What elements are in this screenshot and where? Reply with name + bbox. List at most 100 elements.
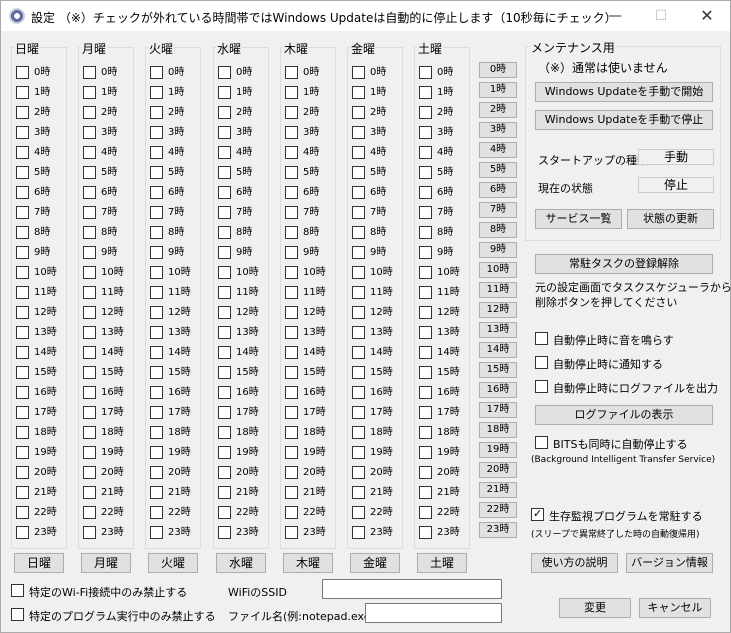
hour-checkbox[interactable] (285, 446, 298, 459)
day-toggle-button[interactable]: 日曜 (14, 553, 64, 573)
hour-checkbox[interactable] (285, 506, 298, 519)
hour-checkbox[interactable] (419, 366, 432, 379)
hour-toggle-button[interactable]: 10時 (479, 262, 517, 278)
hour-checkbox[interactable] (83, 446, 96, 459)
hour-toggle-button[interactable]: 22時 (479, 502, 517, 518)
hour-checkbox[interactable] (352, 166, 365, 179)
hour-checkbox[interactable] (218, 126, 231, 139)
hour-checkbox[interactable] (218, 426, 231, 439)
hour-checkbox[interactable] (352, 86, 365, 99)
hour-checkbox[interactable] (419, 446, 432, 459)
hour-checkbox[interactable] (150, 446, 163, 459)
hour-checkbox[interactable] (218, 306, 231, 319)
hour-checkbox[interactable] (83, 66, 96, 79)
hour-checkbox[interactable] (419, 466, 432, 479)
hour-checkbox[interactable] (150, 306, 163, 319)
hour-checkbox[interactable] (150, 366, 163, 379)
hour-checkbox[interactable] (352, 446, 365, 459)
hour-checkbox[interactable] (218, 366, 231, 379)
hour-checkbox[interactable] (16, 506, 29, 519)
hour-checkbox[interactable] (83, 286, 96, 299)
hour-checkbox[interactable] (150, 126, 163, 139)
hour-checkbox[interactable] (419, 206, 432, 219)
close-button[interactable]: ✕ (684, 1, 730, 31)
start-update-button[interactable]: Windows Updateを手動で開始 (535, 82, 713, 102)
hour-checkbox[interactable] (150, 326, 163, 339)
hour-checkbox[interactable] (419, 126, 432, 139)
hour-checkbox[interactable] (83, 486, 96, 499)
hour-checkbox[interactable] (419, 526, 432, 539)
hour-checkbox[interactable] (16, 486, 29, 499)
day-toggle-button[interactable]: 火曜 (148, 553, 198, 573)
version-button[interactable]: バージョン情報 (626, 553, 713, 573)
refresh-status-button[interactable]: 状態の更新 (627, 209, 714, 229)
hour-checkbox[interactable] (83, 506, 96, 519)
monitor-checkbox[interactable] (531, 507, 544, 521)
hour-checkbox[interactable] (419, 106, 432, 119)
hour-checkbox[interactable] (83, 146, 96, 159)
hour-toggle-button[interactable]: 15時 (479, 362, 517, 378)
hour-checkbox[interactable] (83, 206, 96, 219)
hour-checkbox[interactable] (83, 366, 96, 379)
hour-checkbox[interactable] (285, 246, 298, 259)
hour-checkbox[interactable] (83, 246, 96, 259)
hour-checkbox[interactable] (285, 466, 298, 479)
hour-checkbox[interactable] (16, 466, 29, 479)
hour-checkbox[interactable] (285, 266, 298, 279)
hour-checkbox[interactable] (419, 286, 432, 299)
hour-checkbox[interactable] (218, 346, 231, 359)
hour-checkbox[interactable] (285, 126, 298, 139)
hour-checkbox[interactable] (419, 266, 432, 279)
hour-checkbox[interactable] (16, 366, 29, 379)
hour-checkbox[interactable] (285, 186, 298, 199)
day-toggle-button[interactable]: 金曜 (350, 553, 400, 573)
hour-toggle-button[interactable]: 6時 (479, 182, 517, 198)
sound-checkbox[interactable] (535, 332, 548, 345)
hour-checkbox[interactable] (352, 506, 365, 519)
hour-checkbox[interactable] (150, 506, 163, 519)
hour-checkbox[interactable] (16, 326, 29, 339)
hour-checkbox[interactable] (285, 146, 298, 159)
hour-toggle-button[interactable]: 20時 (479, 462, 517, 478)
hour-checkbox[interactable] (83, 266, 96, 279)
hour-checkbox[interactable] (285, 106, 298, 119)
hour-checkbox[interactable] (16, 526, 29, 539)
hour-checkbox[interactable] (16, 226, 29, 239)
hour-checkbox[interactable] (419, 166, 432, 179)
hour-checkbox[interactable] (150, 66, 163, 79)
hour-checkbox[interactable] (150, 526, 163, 539)
logfile-checkbox[interactable] (535, 380, 548, 393)
hour-checkbox[interactable] (352, 366, 365, 379)
hour-checkbox[interactable] (218, 526, 231, 539)
hour-checkbox[interactable] (352, 106, 365, 119)
hour-checkbox[interactable] (16, 86, 29, 99)
hour-toggle-button[interactable]: 12時 (479, 302, 517, 318)
hour-checkbox[interactable] (218, 186, 231, 199)
hour-checkbox[interactable] (218, 86, 231, 99)
day-toggle-button[interactable]: 木曜 (283, 553, 333, 573)
hour-checkbox[interactable] (352, 66, 365, 79)
hour-checkbox[interactable] (285, 206, 298, 219)
hour-checkbox[interactable] (419, 346, 432, 359)
hour-checkbox[interactable] (218, 286, 231, 299)
hour-toggle-button[interactable]: 9時 (479, 242, 517, 258)
hour-checkbox[interactable] (352, 206, 365, 219)
hour-checkbox[interactable] (352, 266, 365, 279)
hour-checkbox[interactable] (352, 306, 365, 319)
hour-checkbox[interactable] (16, 106, 29, 119)
hour-checkbox[interactable] (150, 246, 163, 259)
hour-checkbox[interactable] (285, 66, 298, 79)
hour-checkbox[interactable] (218, 146, 231, 159)
hour-checkbox[interactable] (285, 526, 298, 539)
hour-toggle-button[interactable]: 17時 (479, 402, 517, 418)
hour-checkbox[interactable] (16, 146, 29, 159)
hour-checkbox[interactable] (150, 426, 163, 439)
hour-checkbox[interactable] (16, 66, 29, 79)
hour-toggle-button[interactable]: 1時 (479, 82, 517, 98)
hour-checkbox[interactable] (150, 106, 163, 119)
hour-checkbox[interactable] (352, 466, 365, 479)
hour-checkbox[interactable] (218, 226, 231, 239)
hour-checkbox[interactable] (83, 406, 96, 419)
show-log-button[interactable]: ログファイルの表示 (535, 405, 713, 425)
hour-checkbox[interactable] (285, 486, 298, 499)
